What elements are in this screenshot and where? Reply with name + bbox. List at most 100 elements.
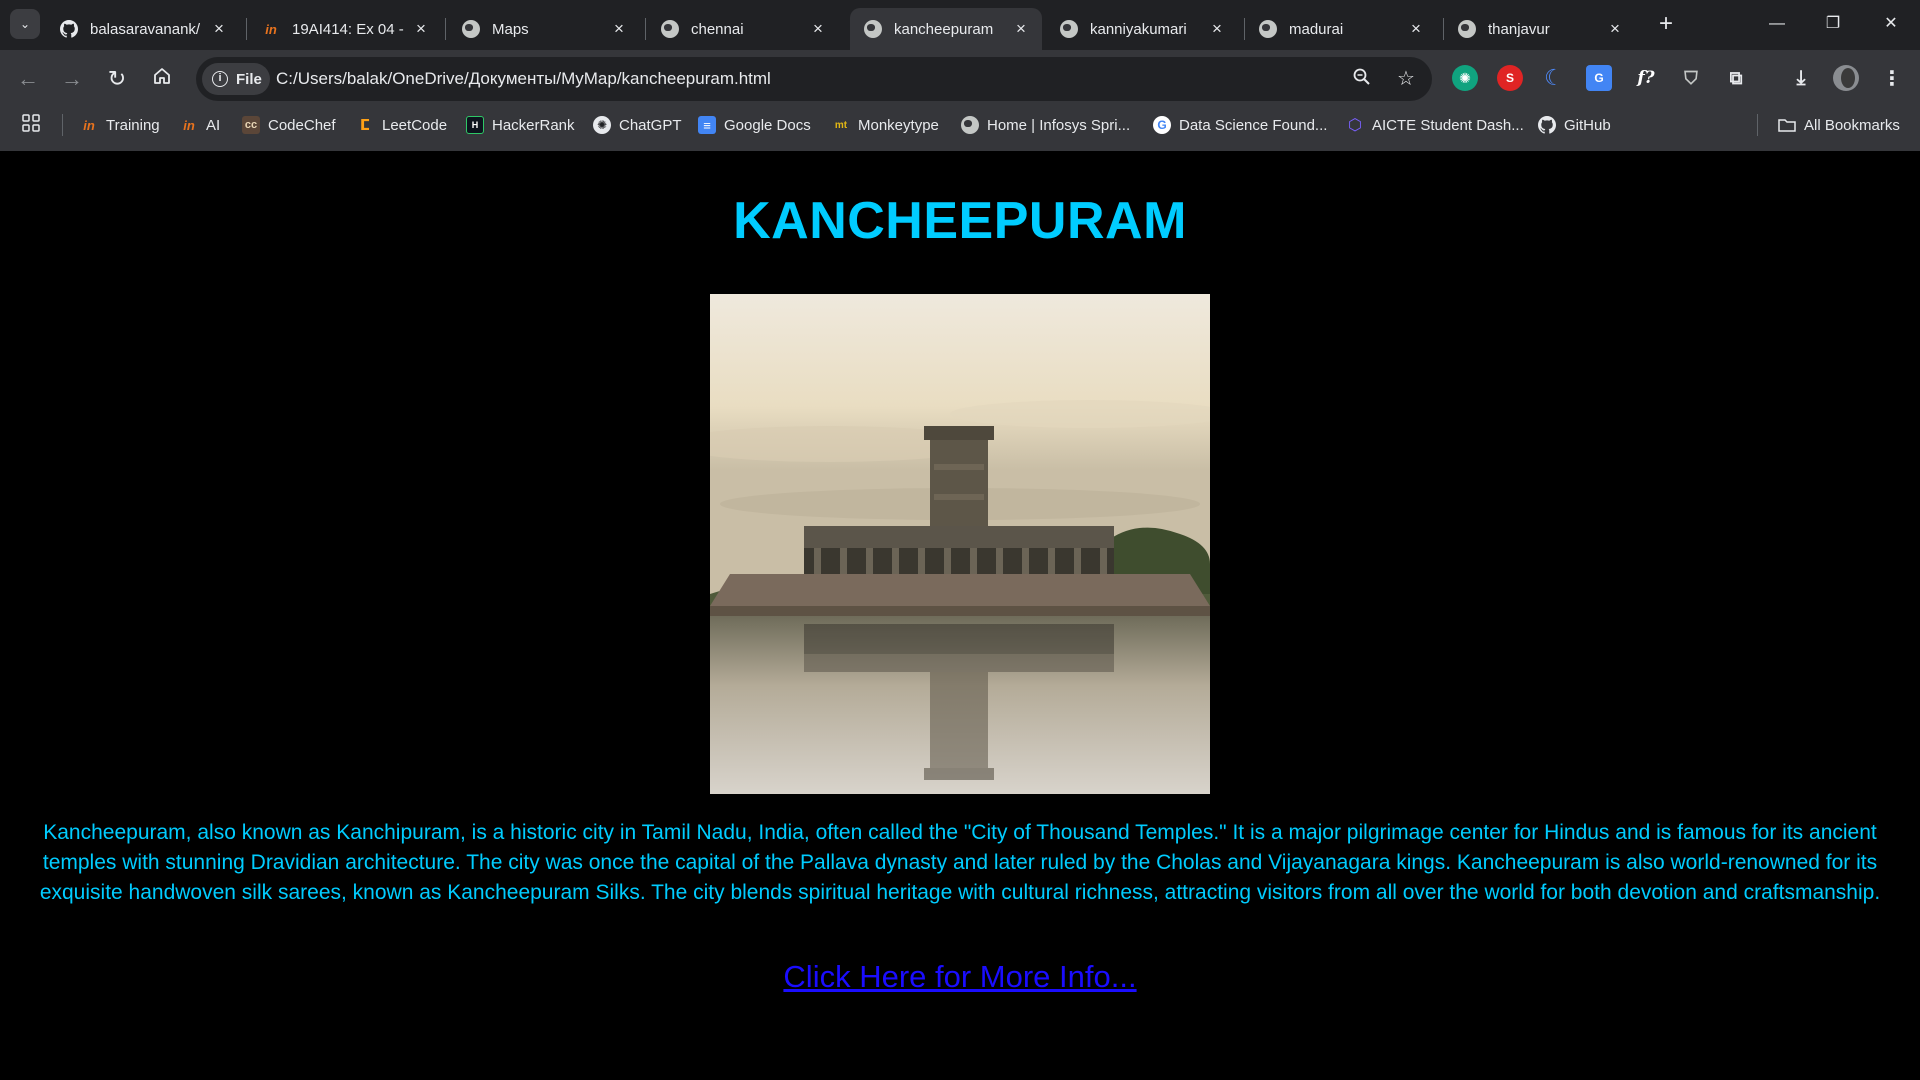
minimize-button[interactable]: — [1752,6,1802,42]
close-icon[interactable]: × [1010,19,1032,39]
leetcode-icon: ⵎ [359,117,371,134]
bookmark-label: HackerRank [492,116,575,134]
arrow-right-icon: → [61,66,83,91]
tab-kancheepuram[interactable]: kancheepuram × [850,8,1042,50]
globe-icon [1458,20,1476,38]
dark-mode-extension-icon[interactable]: ☾ [1541,65,1567,91]
browser-chrome: ⌄ balasaravanank/ × in 19AI414: Ex 04 - … [0,0,1920,151]
close-icon[interactable]: × [1604,19,1626,39]
tab-divider [246,18,247,40]
hackerrank-icon: H [466,116,484,134]
all-bookmarks-label: All Bookmarks [1804,116,1900,134]
bookmark-hackerrank[interactable]: H HackerRank [466,110,575,140]
tab-search-button[interactable]: ⌄ [10,9,40,39]
bookmark-chatgpt[interactable]: ✺ ChatGPT [593,110,682,140]
tab-github[interactable]: balasaravanank/ × [46,8,240,50]
infosys-icon: in [183,117,195,133]
bookmark-codechef[interactable]: cc CodeChef [242,110,336,140]
page-title: KANCHEEPURAM [733,192,1187,250]
page-content: KANCHEEPURAM Kancheepuram, also known as… [0,151,1920,1080]
close-icon[interactable]: × [608,19,630,39]
close-icon[interactable]: × [1405,19,1427,39]
bookmark-star-icon[interactable]: ☆ [1394,67,1418,91]
tab-title: 19AI414: Ex 04 - [292,20,404,38]
new-tab-button[interactable]: + [1651,10,1681,40]
tab-title: Maps [492,20,529,38]
url-text[interactable]: C:/Users/balak/OneDrive/Документы/MyMap/… [276,57,771,101]
tab-kanniyakumari[interactable]: kanniyakumari × [1046,8,1238,50]
tab-title: kancheepuram [894,20,994,38]
bookmark-label: CodeChef [268,116,336,134]
tab-thanjavur[interactable]: thanjavur × [1444,8,1636,50]
scheme-label: File [236,70,262,88]
tab-divider [445,18,446,40]
apps-grid-icon [22,114,40,136]
globe-icon [462,20,480,38]
bookmark-data-science[interactable]: G Data Science Found... [1153,110,1327,140]
bookmark-label: Google Docs [724,116,811,134]
shield-icon[interactable]: ⛉ [1678,65,1704,91]
tab-title: thanjavur [1488,20,1550,38]
tab-madurai[interactable]: madurai × [1245,8,1437,50]
bookmark-label: LeetCode [382,116,448,134]
chevron-down-icon: ⌄ [19,17,31,31]
bookmark-aicte[interactable]: ⬡ AICTE Student Dash... [1346,110,1524,140]
reload-icon: ↻ [107,66,127,91]
chatgpt-icon: ✺ [593,116,611,134]
download-icon[interactable]: ⤓ [1788,65,1814,91]
bookmark-label: ChatGPT [619,116,682,134]
all-bookmarks-button[interactable]: All Bookmarks [1778,110,1900,140]
bookmark-label: AI [206,116,221,134]
zoom-icon[interactable] [1350,67,1374,91]
folder-icon [1778,116,1796,134]
temple-photo [710,294,1210,794]
arrow-left-icon: ← [17,66,39,91]
tab-infosys-ex04[interactable]: in 19AI414: Ex 04 - × [248,8,442,50]
reload-button[interactable]: ↻ [101,64,133,96]
bookmark-label: AICTE Student Dash... [1372,116,1524,134]
more-info-link[interactable]: Click Here for More Info... [0,959,1920,995]
address-bar[interactable]: i File C:/Users/balak/OneDrive/Документы… [196,57,1432,101]
forward-button[interactable]: → [56,64,88,96]
bookmark-ai[interactable]: in AI [180,110,220,140]
bookmark-monkeytype[interactable]: mt Monkeytype [832,110,939,140]
tab-strip: ⌄ balasaravanank/ × in 19AI414: Ex 04 - … [0,0,1920,50]
monkeytype-icon: mt [834,119,848,131]
more-menu-icon[interactable]: ⋮ [1879,65,1905,91]
formula-extension-icon[interactable]: f? [1633,65,1659,91]
bookmark-leetcode[interactable]: ⵎ LeetCode [356,110,447,140]
infosys-icon: in [83,117,95,133]
chatgpt-extension-icon[interactable]: ✺ [1452,65,1478,91]
apps-button[interactable] [22,110,40,140]
bookmark-label: Data Science Found... [1179,116,1328,134]
tab-chennai[interactable]: chennai × [647,8,839,50]
city-description: Kancheepuram, also known as Kanchipuram,… [39,821,1881,904]
close-icon[interactable]: × [1206,19,1228,39]
restore-button[interactable]: ❐ [1808,6,1858,42]
google-translate-icon[interactable]: G [1586,65,1612,91]
github-icon [60,20,78,38]
close-icon[interactable]: × [807,19,829,39]
bookmark-infosys-springboard[interactable]: Home | Infosys Spri... [961,110,1130,140]
bookmark-training[interactable]: in Training [80,110,159,140]
close-window-button[interactable]: ✕ [1866,6,1916,42]
tab-divider [645,18,646,40]
tab-maps[interactable]: Maps × [448,8,640,50]
site-info-chip[interactable]: i File [202,63,270,95]
back-button[interactable]: ← [12,64,44,96]
close-icon[interactable]: × [410,19,432,39]
close-icon[interactable]: × [208,19,230,39]
bookmark-github[interactable]: GitHub [1538,110,1611,140]
globe-icon [1259,20,1277,38]
avatar[interactable] [1833,65,1859,91]
aicte-icon: ⬡ [1348,117,1362,134]
s-extension-icon[interactable]: S [1497,65,1523,91]
bookmark-label: Monkeytype [858,116,939,134]
tab-title: chennai [691,20,744,38]
infosys-icon: in [265,21,277,37]
minimize-icon: — [1769,15,1785,32]
github-icon [1538,116,1556,134]
home-button[interactable] [146,64,178,96]
bookmark-google-docs[interactable]: ≡ Google Docs [698,110,811,140]
extensions-puzzle-icon[interactable]: ⧉ [1723,65,1749,91]
